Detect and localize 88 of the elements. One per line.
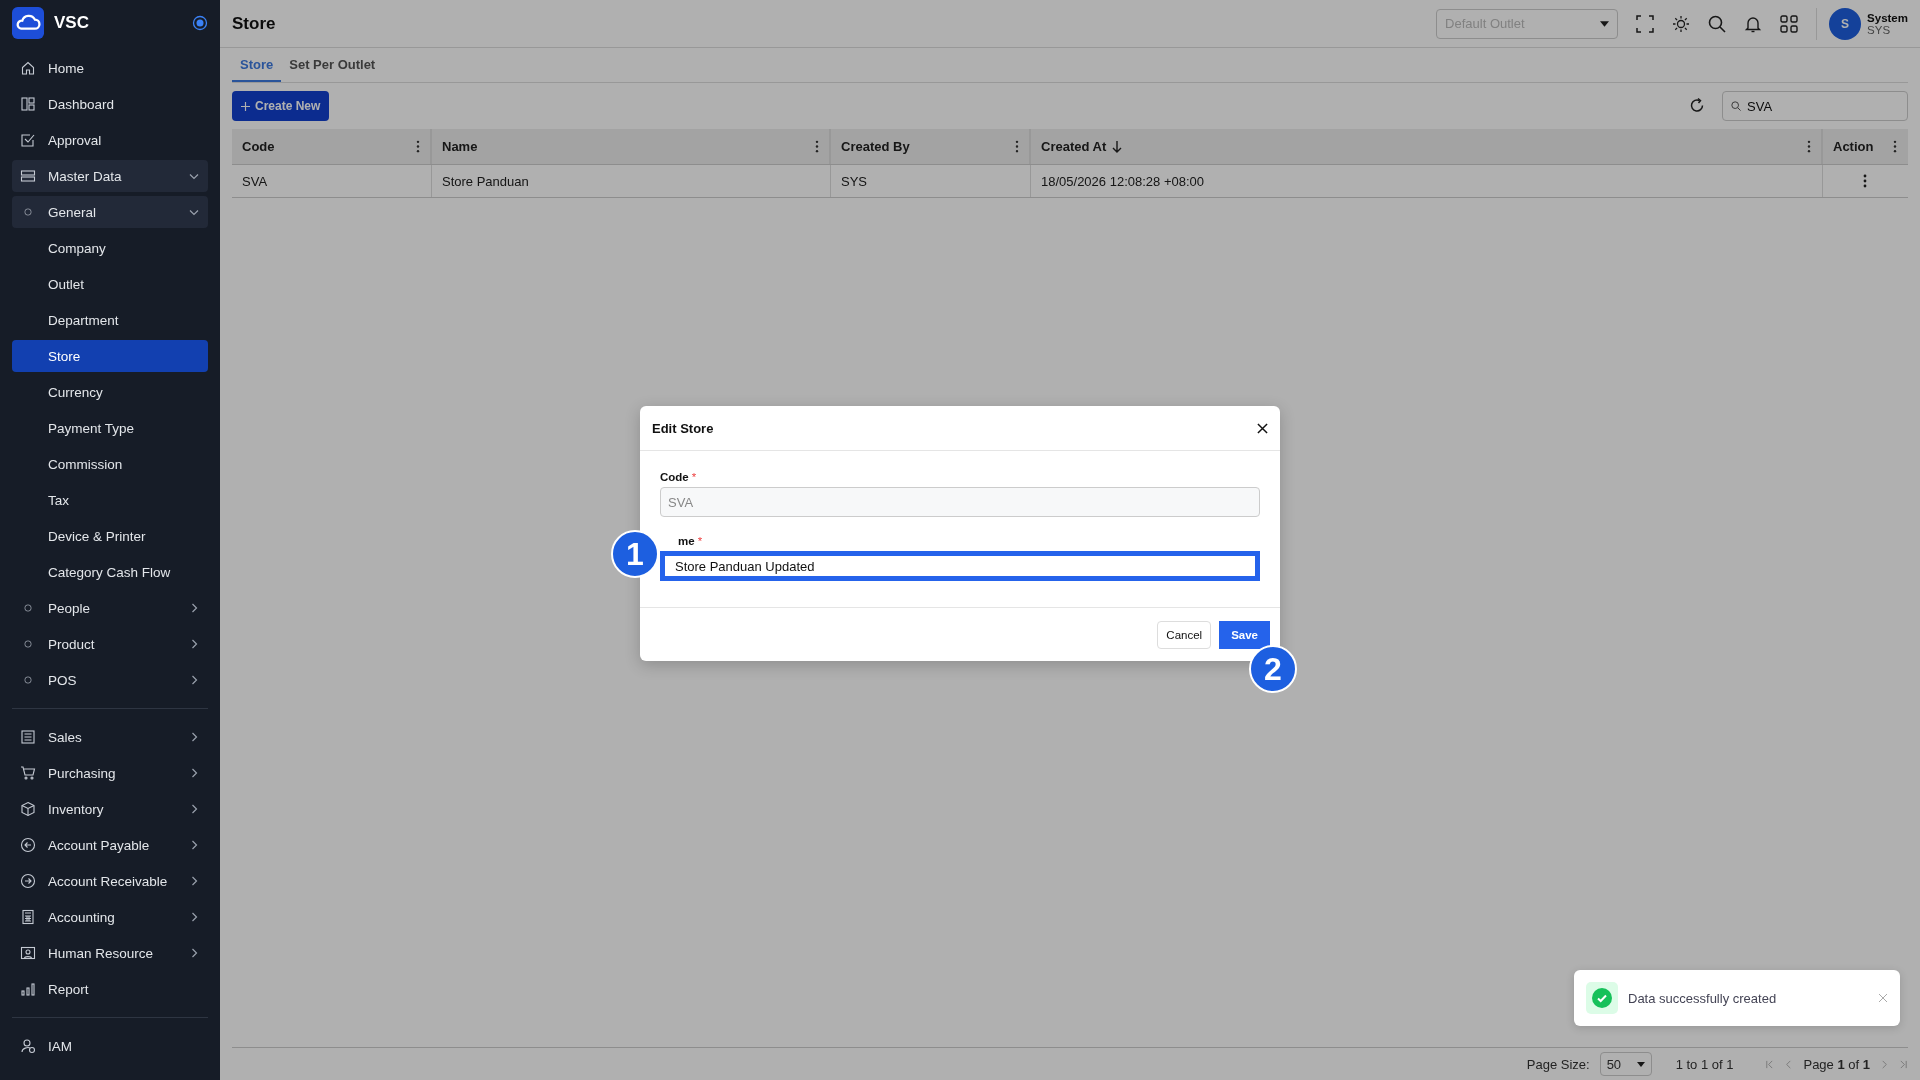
user-icon xyxy=(20,1038,36,1054)
close-icon[interactable] xyxy=(1257,422,1268,434)
fullscreen-icon[interactable] xyxy=(1636,14,1655,33)
page-size-select[interactable]: 50 xyxy=(1599,1052,1652,1076)
save-button[interactable]: Save xyxy=(1219,620,1270,649)
list-icon xyxy=(20,729,36,745)
table-cell: 18/05/2026 12:08:28 +08:00 xyxy=(1031,165,1823,197)
sidebar-item[interactable]: Device & Printer xyxy=(12,520,208,552)
sidebar-item[interactable]: Account Payable xyxy=(12,829,208,861)
column-header[interactable]: Code xyxy=(232,129,432,164)
table-cell: SYS xyxy=(831,165,1031,197)
kebab-menu-icon[interactable] xyxy=(1015,140,1019,153)
row-actions-icon[interactable] xyxy=(1863,174,1867,188)
sidebar-item[interactable]: Company xyxy=(12,232,208,264)
required-asterisk: * xyxy=(697,535,703,547)
person-icon xyxy=(20,945,36,961)
column-header[interactable]: Action xyxy=(1823,129,1907,164)
sidebar-item[interactable]: People xyxy=(12,592,208,624)
kebab-menu-icon[interactable] xyxy=(416,140,420,153)
left-icon xyxy=(20,837,36,853)
kebab-menu-icon[interactable] xyxy=(1893,140,1897,153)
page-size-label: Page Size: xyxy=(1526,1056,1590,1072)
field-label: Code xyxy=(660,471,689,483)
sidebar-item[interactable]: Product xyxy=(12,628,208,660)
create-new-button[interactable]: Create New xyxy=(232,91,330,121)
server-icon xyxy=(20,168,36,184)
required-asterisk: * xyxy=(691,471,697,483)
page-indicator: Page 1 of 1 xyxy=(1803,1056,1870,1072)
user-name: System xyxy=(1867,11,1908,24)
sidebar-item[interactable]: Category Cash Flow xyxy=(12,556,208,588)
sidebar-item[interactable]: Inventory xyxy=(12,793,208,825)
apps-grid-icon[interactable] xyxy=(1780,14,1799,33)
sidebar-item[interactable]: Currency xyxy=(12,376,208,408)
sidebar-item[interactable]: Dashboard xyxy=(12,88,208,120)
kebab-menu-icon[interactable] xyxy=(1807,140,1811,153)
table-cell: Store Panduan xyxy=(432,165,831,197)
sidebar-item[interactable]: Commission xyxy=(12,448,208,480)
field-label: me xyxy=(678,535,695,547)
cart-icon xyxy=(20,765,36,781)
dialog-title: Edit Store xyxy=(652,420,714,436)
cloud-logo-icon xyxy=(12,7,44,39)
cancel-button[interactable]: Cancel xyxy=(1157,620,1212,649)
app-name: VSC xyxy=(54,13,90,33)
sidebar-item[interactable]: Tax xyxy=(12,484,208,516)
sidebar-item[interactable]: Account Receivable xyxy=(12,865,208,897)
user-code: SYS xyxy=(1867,23,1891,36)
caret-icon xyxy=(1600,20,1610,27)
column-header[interactable]: Created At xyxy=(1031,129,1823,164)
right-icon xyxy=(20,873,36,889)
sidebar-item[interactable]: Purchasing xyxy=(12,757,208,789)
column-header[interactable]: Created By xyxy=(831,129,1031,164)
search-icon[interactable] xyxy=(1708,14,1727,33)
bars-icon xyxy=(20,981,36,997)
sidebar-item[interactable]: Outlet xyxy=(12,268,208,300)
sidebar-item[interactable]: Department xyxy=(12,304,208,336)
text-field[interactable]: Store Panduan Updated xyxy=(660,551,1260,581)
home-icon xyxy=(20,60,36,76)
sidebar-item[interactable]: Master Data xyxy=(12,160,208,192)
user-avatar[interactable]: S xyxy=(1829,7,1862,40)
sidebar-item[interactable]: General xyxy=(12,196,208,228)
sidebar-item[interactable]: Report xyxy=(12,973,208,1005)
sun-icon[interactable] xyxy=(1672,14,1691,33)
caret-icon xyxy=(1636,1061,1645,1067)
plus-icon xyxy=(241,101,250,111)
sidebar-item[interactable]: Human Resource xyxy=(12,937,208,969)
tab[interactable]: Set Per Outlet xyxy=(281,48,384,82)
sidebar-item[interactable]: Home xyxy=(12,52,208,84)
page-title: Store xyxy=(232,13,277,34)
sidebar-item[interactable]: Sales xyxy=(12,721,208,753)
sidebar-item[interactable]: Accounting xyxy=(12,901,208,933)
check-icon xyxy=(20,132,36,148)
search-icon xyxy=(1731,101,1741,111)
sidebar-item[interactable]: Approval xyxy=(12,124,208,156)
sidebar-item[interactable]: Payment Type xyxy=(12,412,208,444)
record-range: 1 to 1 of 1 xyxy=(1675,1056,1734,1072)
search-field[interactable]: SVA xyxy=(1722,91,1908,121)
success-check-icon xyxy=(1592,988,1612,1008)
kebab-menu-icon[interactable] xyxy=(815,140,819,153)
table-cell: SVA xyxy=(232,165,432,197)
sidebar-item[interactable]: POS xyxy=(12,664,208,696)
refresh-icon[interactable] xyxy=(1688,97,1706,115)
sidebar-item[interactable]: IAM xyxy=(12,1030,208,1062)
column-header[interactable]: Name xyxy=(432,129,831,164)
toast-message: Data successfully created xyxy=(1628,990,1778,1006)
bell-icon[interactable] xyxy=(1744,14,1763,33)
box-icon xyxy=(20,801,36,817)
sidebar-item[interactable]: Store xyxy=(12,340,208,372)
sidebar-pin-icon[interactable] xyxy=(192,15,208,31)
